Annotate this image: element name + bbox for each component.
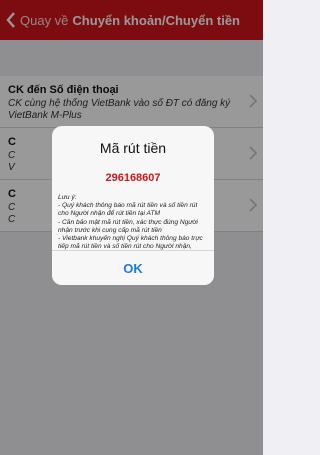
withdrawal-code-dialog: Mã rút tiền 296168607 Lưu ý: - Quý khách…	[52, 126, 214, 285]
withdrawal-code: 296168607	[105, 172, 161, 184]
ok-button[interactable]: OK	[52, 250, 214, 285]
dialog-title: Mã rút tiền	[99, 140, 167, 156]
